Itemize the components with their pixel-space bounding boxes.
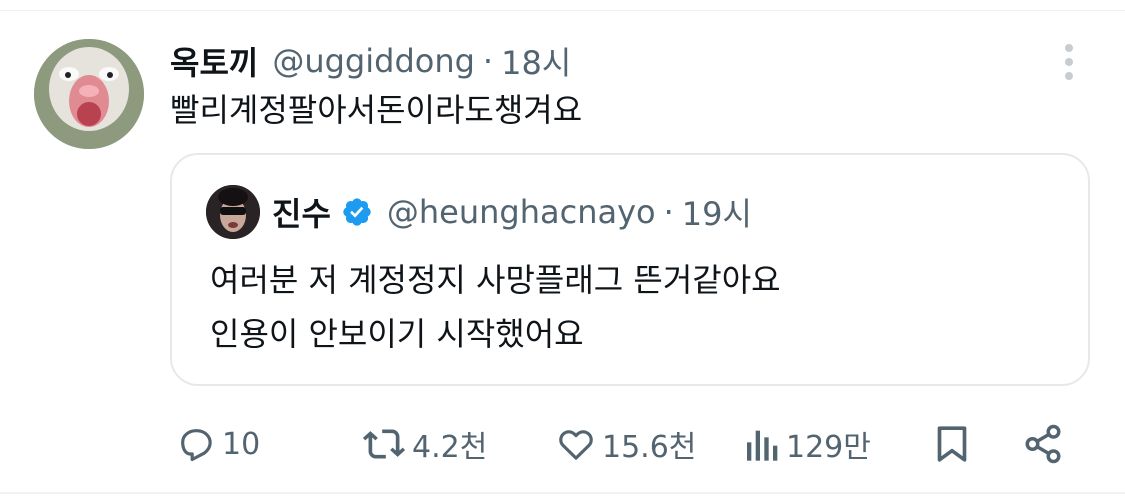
top-divider [0,10,1125,11]
reply-icon [176,424,216,464]
author-display-name[interactable]: 옥토끼 [170,38,258,84]
tweet-header: 옥토끼 @uggiddong · 18시 [170,36,571,86]
quoted-tweet-line: 여러분 저 계정정지 사망플래그 뜬거같아요 [210,261,781,299]
repost-count: 4.2천 [412,430,488,465]
quoted-tweet-text: 여러분 저 계정정지 사망플래그 뜬거같아요 인용이 안보이기 시작했어요 [210,253,781,361]
like-count: 15.6천 [602,430,697,465]
action-bar: 10 4.2천 15.6천 129만 [170,414,1070,474]
bookmark-button[interactable] [934,414,970,474]
views-icon [744,424,780,464]
quoted-author-handle[interactable]: @heunghacnayo [387,193,656,231]
quoted-tweet-header: 진수 @heunghacnayo · 19시 [272,187,752,237]
quoted-author-avatar[interactable] [206,185,260,239]
quoted-author-display-name[interactable]: 진수 [272,189,331,235]
more-vertical-icon[interactable] [1058,42,1080,82]
share-icon [1022,423,1064,465]
separator-dot: · [663,193,674,231]
reply-count: 10 [222,426,261,462]
quoted-tweet[interactable]: 진수 @heunghacnayo · 19시 여러분 저 계정정지 사망플래그 … [170,153,1090,386]
tweet-time[interactable]: 18시 [501,38,571,84]
bookmark-icon [934,424,970,464]
share-button[interactable] [1022,414,1064,474]
author-handle[interactable]: @uggiddong [272,42,475,80]
views-button[interactable]: 129만 [744,414,871,474]
views-count: 129만 [786,430,871,465]
heart-icon [556,424,596,464]
separator-dot: · [482,42,494,80]
repost-icon [362,424,406,464]
like-button[interactable]: 15.6천 [556,414,696,474]
bottom-divider [0,492,1125,494]
tweet-text: 빨리계정팔아서돈이라도챙겨요 [170,91,583,129]
verified-badge-icon [341,196,373,228]
author-avatar[interactable] [34,39,144,149]
repost-button[interactable]: 4.2천 [362,414,487,474]
reply-button[interactable]: 10 [176,414,260,474]
quoted-tweet-time[interactable]: 19시 [682,189,752,235]
quoted-tweet-line: 인용이 안보이기 시작했어요 [210,315,584,353]
